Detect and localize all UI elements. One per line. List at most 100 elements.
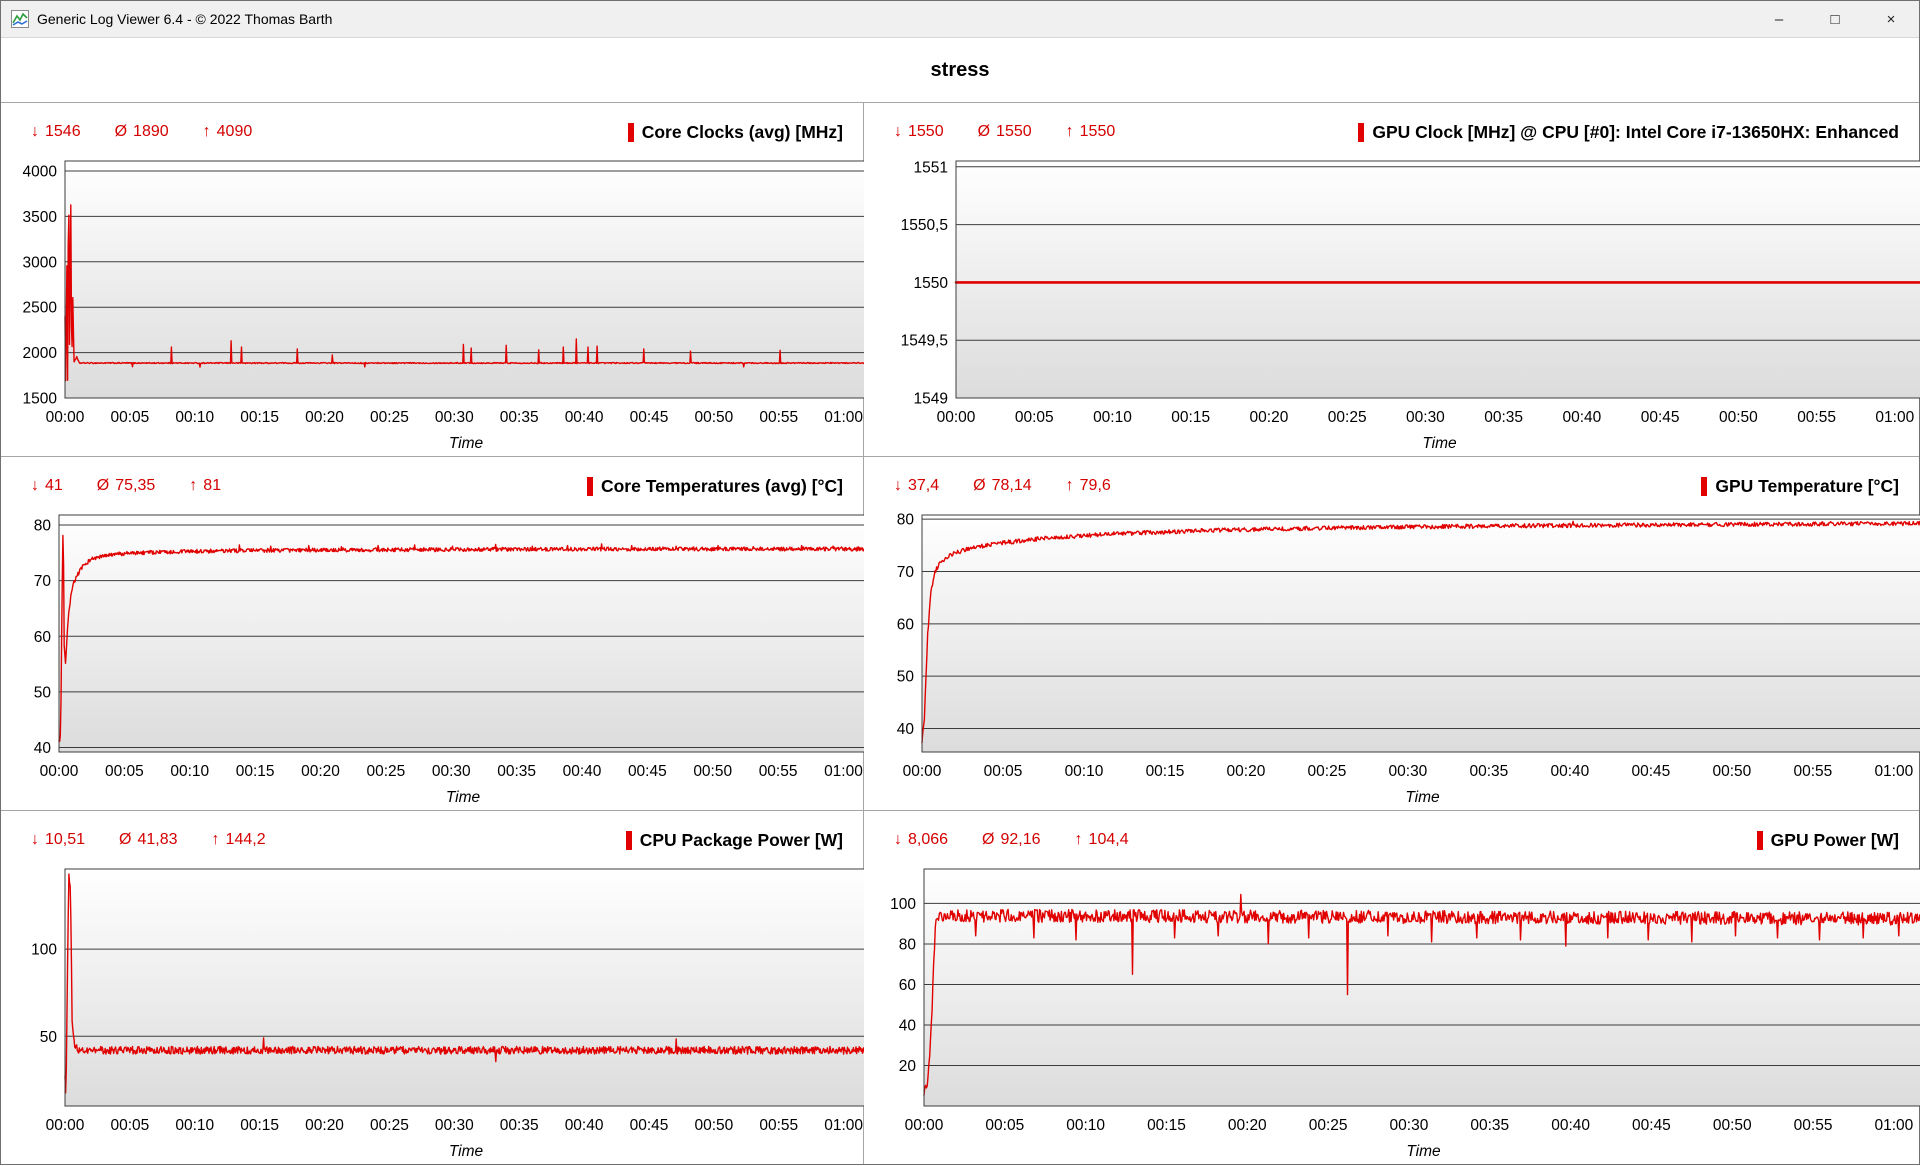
window-title: Generic Log Viewer 6.4 - © 2022 Thomas B… [37, 11, 332, 27]
svg-text:00:40: 00:40 [563, 763, 602, 780]
chart-title-text: Core Clocks (avg) [MHz] [642, 122, 843, 143]
svg-text:00:25: 00:25 [370, 1117, 409, 1134]
svg-text:00:45: 00:45 [1632, 1117, 1671, 1134]
stat-max-value: 81 [203, 477, 221, 494]
svg-text:1549: 1549 [914, 391, 948, 408]
svg-text:00:40: 00:40 [1550, 763, 1589, 780]
stat-max: ↑4090 [203, 123, 253, 141]
chart-title-text: GPU Clock [MHz] @ CPU [#0]: Intel Core i… [1372, 122, 1899, 143]
app-window: Generic Log Viewer 6.4 - © 2022 Thomas B… [0, 0, 1920, 1165]
svg-text:Time: Time [449, 1143, 484, 1160]
svg-text:01:00: 01:00 [1874, 763, 1913, 780]
svg-text:00:10: 00:10 [1065, 763, 1104, 780]
svg-text:00:50: 00:50 [1719, 409, 1758, 426]
svg-text:00:55: 00:55 [759, 763, 798, 780]
svg-text:00:00: 00:00 [40, 763, 79, 780]
svg-text:100: 100 [31, 942, 57, 959]
window-controls: – □ × [1751, 1, 1919, 37]
plot-cpu-package-power[interactable]: 1005000:0000:0500:1000:1500:2000:2500:30… [1, 855, 863, 1164]
svg-text:01:00: 01:00 [824, 409, 863, 426]
svg-text:00:50: 00:50 [693, 763, 732, 780]
svg-text:2000: 2000 [23, 345, 58, 362]
max-arrow-icon: ↑ [1066, 123, 1074, 140]
avg-icon: Ø [97, 477, 109, 494]
svg-text:00:45: 00:45 [630, 409, 669, 426]
stat-min-value: 41 [45, 477, 63, 494]
minimize-button[interactable]: – [1751, 1, 1807, 37]
svg-text:00:40: 00:40 [565, 409, 604, 426]
svg-text:Time: Time [446, 789, 481, 806]
svg-text:00:20: 00:20 [1228, 1117, 1267, 1134]
stat-min-value: 1550 [908, 123, 944, 140]
plot-gpu-temperature[interactable]: 807060504000:0000:0500:1000:1500:2000:25… [864, 501, 1919, 810]
max-arrow-icon: ↑ [1066, 477, 1074, 494]
svg-text:00:15: 00:15 [236, 763, 275, 780]
svg-text:1551: 1551 [914, 159, 948, 176]
svg-text:70: 70 [897, 564, 915, 581]
avg-icon: Ø [119, 831, 131, 848]
plot-gpu-clock[interactable]: 1551 1550,5 1550 1549,5 154900:00 00:05 00:10 0… [864, 147, 1919, 456]
stat-min: ↓1546 [31, 123, 81, 141]
chart-stats: ↓8,066 Ø92,16 ↑104,4 [894, 831, 1129, 849]
svg-text:00:55: 00:55 [1794, 1117, 1833, 1134]
svg-text:00:00: 00:00 [937, 409, 976, 426]
chart-title: GPU Power [W] [1757, 830, 1899, 851]
stat-max: ↑81 [189, 477, 221, 495]
max-arrow-icon: ↑ [203, 123, 211, 140]
svg-text:60: 60 [899, 977, 917, 994]
svg-text:00:00: 00:00 [46, 409, 85, 426]
svg-text:00:05: 00:05 [985, 1117, 1024, 1134]
chart-title-text: CPU Package Power [W] [640, 830, 843, 851]
stat-avg: Ø1550 [978, 123, 1032, 141]
svg-text:Time: Time [1422, 435, 1457, 452]
svg-text:01:00: 01:00 [1875, 409, 1914, 426]
svg-text:00:45: 00:45 [1631, 763, 1670, 780]
svg-text:00:55: 00:55 [1793, 763, 1832, 780]
svg-text:00:10: 00:10 [1093, 409, 1132, 426]
plot-core-temperatures[interactable]: 807060504000:0000:0500:1000:1500:2000:25… [1, 501, 863, 810]
close-button[interactable]: × [1863, 1, 1919, 37]
chart-title-text: GPU Temperature [°C] [1715, 476, 1899, 497]
max-arrow-icon: ↑ [1075, 831, 1083, 848]
stat-min-value: 10,51 [45, 831, 85, 848]
avg-icon: Ø [982, 831, 994, 848]
svg-text:80: 80 [899, 936, 917, 953]
stat-max-value: 104,4 [1089, 831, 1129, 848]
stat-min: ↓ 1550 [894, 123, 944, 141]
svg-text:00:35: 00:35 [497, 763, 536, 780]
stat-max: ↑1550 [1066, 123, 1116, 141]
page-title: stress [931, 59, 990, 82]
chart-stats: ↓1546 Ø1890 ↑4090 [31, 123, 252, 141]
stat-min-value: 8,066 [908, 831, 948, 848]
svg-text:1549,5: 1549,5 [901, 333, 948, 350]
svg-text:00:05: 00:05 [110, 1117, 149, 1134]
svg-text:1550,5: 1550,5 [901, 217, 948, 234]
titlebar: Generic Log Viewer 6.4 - © 2022 Thomas B… [1, 1, 1919, 38]
stat-max: ↑ 104,4 [1075, 831, 1129, 849]
svg-text:4000: 4000 [23, 163, 58, 180]
svg-text:01:00: 01:00 [1875, 1117, 1914, 1134]
svg-text:20: 20 [899, 1058, 917, 1075]
svg-text:00:15: 00:15 [1171, 409, 1210, 426]
min-arrow-icon: ↓ [894, 123, 902, 140]
chart-title: Core Clocks (avg) [MHz] [628, 122, 843, 143]
svg-text:00:20: 00:20 [1227, 763, 1266, 780]
plot-core-clocks[interactable]: 40003500300025002000150000:0000:0500:100… [1, 147, 863, 456]
svg-text:Time: Time [1405, 789, 1440, 806]
svg-text:00:40: 00:40 [1551, 1117, 1590, 1134]
chart-panel-cpu-package-power: ↓10,51 Ø41,83 ↑144,2 CPU Package Power [… [1, 811, 863, 1164]
svg-text:00:05: 00:05 [1015, 409, 1054, 426]
stat-avg-value: 1550 [996, 123, 1032, 140]
svg-text:00:30: 00:30 [1389, 763, 1428, 780]
svg-text:1550: 1550 [914, 275, 949, 292]
svg-text:40: 40 [34, 740, 52, 757]
svg-text:00:20: 00:20 [305, 409, 344, 426]
svg-text:00:20: 00:20 [301, 763, 340, 780]
svg-text:00:05: 00:05 [110, 409, 149, 426]
maximize-button[interactable]: □ [1807, 1, 1863, 37]
plot-gpu-power[interactable]: 1008060402000:0000:0500:1000:1500:2000:2… [864, 855, 1919, 1164]
chart-header: ↓41 Ø75,35 ↑81 Core Temperatures (avg) [… [1, 457, 863, 501]
stat-avg: Ø92,16 [982, 831, 1041, 849]
svg-text:00:50: 00:50 [1712, 763, 1751, 780]
svg-text:3500: 3500 [23, 209, 58, 226]
